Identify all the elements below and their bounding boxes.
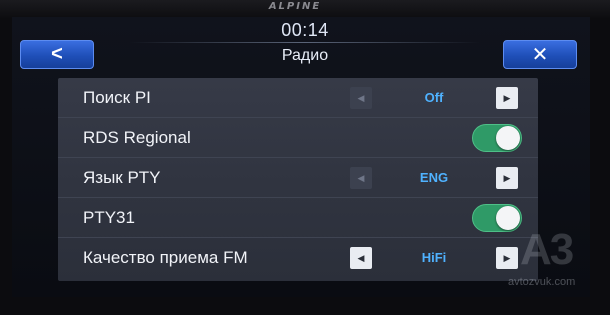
setting-label: RDS Regional (83, 128, 191, 147)
setting-label: Язык PTY (83, 168, 161, 187)
setting-row-pty-language[interactable]: Язык PTY ◀ ENG ▶ (58, 158, 538, 198)
setting-label: Качество приема FM (83, 248, 248, 267)
close-icon: ✕ (531, 44, 549, 66)
option-value: Off (424, 90, 444, 105)
arrow-right-icon: ▶ (503, 252, 511, 263)
watermark-logo: A3 (520, 225, 574, 274)
next-option-button[interactable]: ▶ (496, 247, 518, 269)
option-value: ENG (419, 170, 449, 185)
arrow-right-icon: ▶ (503, 92, 511, 103)
close-button[interactable]: ✕ (503, 40, 577, 69)
arrow-left-icon: ◀ (357, 92, 365, 103)
prev-option-button[interactable]: ◀ (350, 167, 372, 189)
prev-option-button[interactable]: ◀ (350, 247, 372, 269)
setting-row-rds-regional[interactable]: RDS Regional (58, 118, 538, 158)
setting-row-pty31[interactable]: PTY31 (58, 198, 538, 238)
setting-label: PTY31 (83, 208, 135, 227)
toggle-knob (496, 206, 520, 230)
arrow-left-icon: ◀ (357, 172, 365, 183)
setting-row-fm-quality[interactable]: Качество приема FM ◀ HiFi ▶ (58, 238, 538, 278)
prev-option-button[interactable]: ◀ (350, 87, 372, 109)
watermark-url: avtozvuk.com (508, 276, 576, 288)
rds-regional-toggle[interactable] (472, 124, 522, 152)
setting-row-pi-search[interactable]: Поиск PI ◀ Off ▶ (58, 78, 538, 118)
next-option-button[interactable]: ▶ (496, 87, 518, 109)
brand-logo: ALPINE (268, 1, 322, 12)
arrow-left-icon: ◀ (357, 252, 365, 263)
setting-label: Поиск PI (83, 88, 151, 107)
pty31-toggle[interactable] (472, 204, 522, 232)
next-option-button[interactable]: ▶ (496, 167, 518, 189)
clock-time: 00:14 (281, 20, 329, 40)
settings-list: Поиск PI ◀ Off ▶ RDS Regional Язык PTY ◀… (58, 78, 538, 281)
header-divider (130, 42, 480, 43)
device-bezel: ALPINE (0, 0, 610, 18)
toggle-knob (496, 126, 520, 150)
option-value: HiFi (421, 250, 447, 265)
arrow-right-icon: ▶ (503, 172, 511, 183)
